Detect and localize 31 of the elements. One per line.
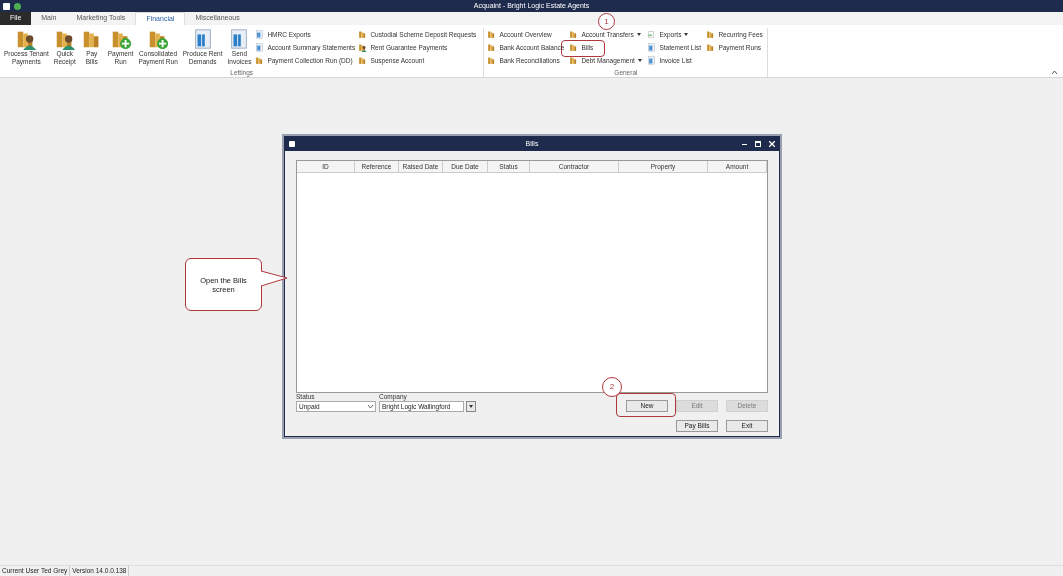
- coin-stack-icon: [358, 30, 368, 39]
- coin-stack-icon: [358, 56, 368, 65]
- document-icon: [255, 30, 265, 39]
- document-icon: [255, 43, 265, 52]
- highlight-callout: [616, 393, 676, 417]
- coin-stack-icon: [487, 30, 497, 39]
- dropdown-button[interactable]: [466, 401, 476, 412]
- coin-stack-icon: [569, 30, 579, 39]
- document-icon: [647, 56, 657, 65]
- maximize-icon[interactable]: [755, 141, 761, 147]
- coin-stack-icon: [255, 56, 265, 65]
- coin-stack-person-icon: [358, 43, 368, 52]
- coin-stack-icon: [569, 43, 579, 52]
- close-icon[interactable]: [769, 141, 775, 147]
- export-icon: [647, 30, 657, 39]
- coin-stack-icon: [487, 43, 497, 52]
- dropdown-caret-icon: [636, 33, 641, 36]
- coin-stack-icon: [706, 43, 716, 52]
- app-logo-icon: [3, 2, 10, 10]
- app-logo-icon: [289, 141, 295, 147]
- dropdown-caret-icon: [684, 33, 689, 36]
- chat-icon: [14, 2, 21, 10]
- document-icon: [647, 43, 657, 52]
- coin-stack-icon: [706, 30, 716, 39]
- minimize-icon[interactable]: [742, 143, 747, 145]
- collapse-ribbon-icon[interactable]: [1052, 71, 1057, 74]
- coin-stack-icon: [487, 56, 497, 65]
- chevron-icon: [368, 405, 373, 408]
- dropdown-caret-icon: [637, 59, 642, 62]
- caret-icon: [469, 405, 473, 408]
- coin-stack-icon: [569, 56, 579, 65]
